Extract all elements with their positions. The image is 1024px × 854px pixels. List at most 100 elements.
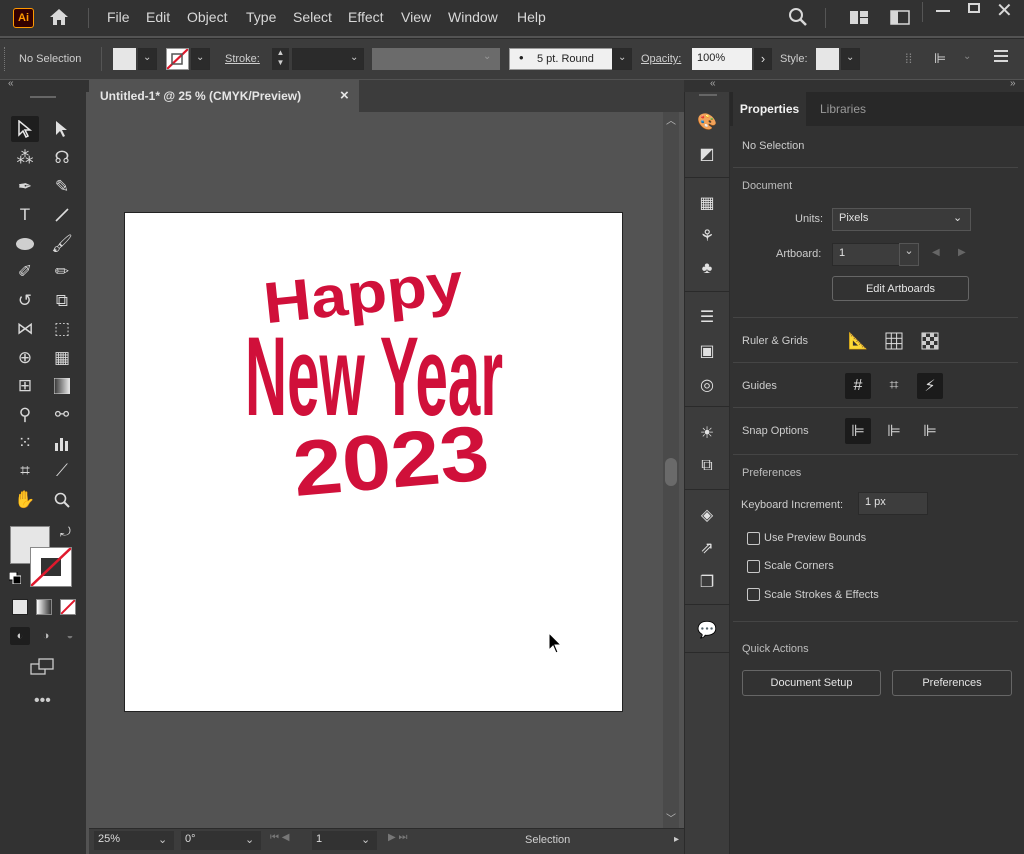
preferences-button[interactable]: Preferences: [892, 670, 1012, 696]
layers-icon[interactable]: ◈: [696, 504, 718, 526]
curvature-tool-icon[interactable]: ✎: [48, 174, 76, 200]
menu-file[interactable]: File: [107, 9, 130, 25]
color-guide-icon[interactable]: 🎨: [696, 111, 718, 133]
paintbrush-icon[interactable]: 🖌: [48, 231, 76, 257]
brushes-icon[interactable]: ⚘: [696, 225, 718, 247]
scale-tool-icon[interactable]: ⧉: [48, 288, 76, 314]
artboard-dropdown[interactable]: ⌄: [899, 243, 919, 266]
variable-width-profile[interactable]: [372, 48, 500, 70]
fill-dropdown[interactable]: ⌄: [138, 48, 157, 70]
swatches-icon[interactable]: ▦: [696, 192, 718, 214]
menu-type[interactable]: Type: [246, 9, 276, 25]
graphic-style-dropdown[interactable]: ⌄: [841, 48, 860, 70]
vertical-scroll-thumb[interactable]: [665, 458, 677, 486]
control-bar-menu-icon[interactable]: [994, 49, 1008, 62]
stroke-swatch[interactable]: [166, 48, 189, 70]
previous-artboard-icon[interactable]: ◀: [932, 247, 940, 258]
keyboard-increment-field[interactable]: 1 px: [858, 492, 928, 515]
search-icon[interactable]: [787, 6, 809, 31]
symbols-icon[interactable]: ♣: [696, 258, 718, 280]
artboard-nav-prev-icons[interactable]: ⏮ ◀: [270, 832, 289, 843]
tab-properties[interactable]: Properties: [733, 92, 806, 126]
snap-to-grid-icon[interactable]: ⊫: [881, 418, 907, 444]
column-graph-icon[interactable]: [48, 430, 76, 456]
artboards-panel-icon[interactable]: ❐: [696, 571, 718, 593]
pencil-tool-icon[interactable]: ✏: [48, 259, 76, 285]
ruler-icon[interactable]: 📐: [845, 328, 871, 354]
zoom-dropdown[interactable]: ⌄: [154, 831, 174, 850]
tool-status-text[interactable]: Selection: [525, 834, 570, 846]
gradient-tool-icon[interactable]: [48, 373, 76, 399]
mesh-tool-icon[interactable]: ⊞: [11, 373, 39, 399]
draw-normal-icon[interactable]: ◐: [10, 627, 30, 645]
fill-swatch[interactable]: [113, 48, 136, 70]
tab-libraries[interactable]: Libraries: [808, 92, 878, 126]
zoom-tool-icon[interactable]: [48, 487, 76, 513]
scale-strokes-effects-label[interactable]: Scale Strokes & Effects: [764, 589, 879, 601]
menu-window[interactable]: Window: [448, 9, 498, 25]
color-mode-icon[interactable]: [12, 599, 28, 615]
menu-effect[interactable]: Effect: [348, 9, 384, 25]
edit-artboards-button[interactable]: Edit Artboards: [832, 276, 969, 301]
close-window-button[interactable]: ✕: [996, 0, 1013, 23]
next-artboard-icon[interactable]: ▶: [958, 247, 966, 258]
artboard-nav-next-icons[interactable]: ▶ ⏭: [388, 832, 407, 843]
menu-view[interactable]: View: [401, 9, 431, 25]
smart-guides-icon[interactable]: ⚡: [917, 373, 943, 399]
screen-mode-icon[interactable]: [30, 658, 56, 676]
snap-to-pixel-icon[interactable]: ⊫: [934, 50, 946, 67]
close-tab-icon[interactable]: ×: [340, 87, 349, 104]
color-panel-icon[interactable]: ◩: [696, 143, 718, 165]
stroke-color-box[interactable]: [30, 547, 72, 587]
pen-tool-icon[interactable]: ✒: [11, 174, 39, 200]
comments-icon[interactable]: 💬: [696, 619, 718, 641]
document-tab[interactable]: Untitled-1* @ 25 % (CMYK/Preview) ×: [89, 80, 359, 112]
perspective-grid-icon[interactable]: ▦: [48, 345, 76, 371]
rotation-field[interactable]: 0°: [181, 831, 241, 850]
rotate-tool-icon[interactable]: ↺: [11, 288, 39, 314]
collapse-iconbar-icon[interactable]: «: [710, 78, 716, 89]
eyedropper-icon[interactable]: ⚲: [11, 402, 39, 428]
workspace-switcher-icon[interactable]: [890, 10, 910, 25]
draw-behind-icon[interactable]: ◑: [36, 627, 56, 645]
stroke-color-dropdown[interactable]: ⌄: [191, 48, 210, 70]
export-asset-icon[interactable]: ⇗: [696, 537, 718, 559]
menu-select[interactable]: Select: [293, 9, 332, 25]
scale-corners-label[interactable]: Scale Corners: [764, 560, 834, 572]
appearance-panel-icon[interactable]: ☀: [696, 422, 718, 444]
status-menu-arrow[interactable]: ▸: [674, 834, 679, 845]
scale-corners-checkbox[interactable]: [747, 560, 760, 573]
use-preview-bounds-label[interactable]: Use Preview Bounds: [764, 532, 866, 544]
opacity-expand-button[interactable]: ›: [754, 48, 772, 70]
graphic-styles-icon[interactable]: ⧉: [696, 455, 718, 477]
type-tool-icon[interactable]: T: [11, 202, 39, 228]
default-fill-stroke-icon[interactable]: [8, 571, 22, 585]
selection-tool-icon[interactable]: [11, 116, 39, 142]
direct-selection-tool-icon[interactable]: [48, 116, 76, 142]
expand-panels-icon[interactable]: »: [1010, 78, 1016, 89]
symbol-sprayer-icon[interactable]: ⁙: [11, 430, 39, 456]
rotation-dropdown[interactable]: ⌄: [241, 831, 261, 850]
edit-toolbar-icon[interactable]: •••: [34, 692, 51, 710]
transparency-panel-icon[interactable]: ◎: [696, 374, 718, 396]
scale-strokes-effects-checkbox[interactable]: [747, 588, 760, 601]
none-mode-icon[interactable]: [60, 599, 76, 615]
slice-tool-icon[interactable]: ⟋: [48, 458, 76, 484]
opacity-label[interactable]: Opacity:: [641, 53, 681, 65]
brush-dropdown[interactable]: ⌄: [612, 48, 632, 70]
hand-tool-icon[interactable]: ✋: [11, 487, 39, 513]
document-setup-button[interactable]: Document Setup: [742, 670, 881, 696]
maximize-button[interactable]: [968, 3, 980, 13]
align-icon[interactable]: ⁞⁞: [905, 51, 912, 66]
line-segment-icon[interactable]: [48, 202, 76, 228]
minimize-button[interactable]: [936, 10, 950, 12]
zoom-level-field[interactable]: 25%: [94, 831, 154, 850]
collapse-toolbar-icon[interactable]: «: [8, 78, 14, 89]
arrange-documents-icon[interactable]: [849, 10, 869, 25]
menu-object[interactable]: Object: [187, 9, 227, 25]
stroke-label[interactable]: Stroke:: [225, 53, 260, 65]
menu-help[interactable]: Help: [517, 9, 546, 25]
stroke-stepper[interactable]: ▲ ▼: [272, 48, 289, 70]
gradient-mode-icon[interactable]: [36, 599, 52, 615]
artboard-number-field[interactable]: 1: [312, 831, 357, 850]
